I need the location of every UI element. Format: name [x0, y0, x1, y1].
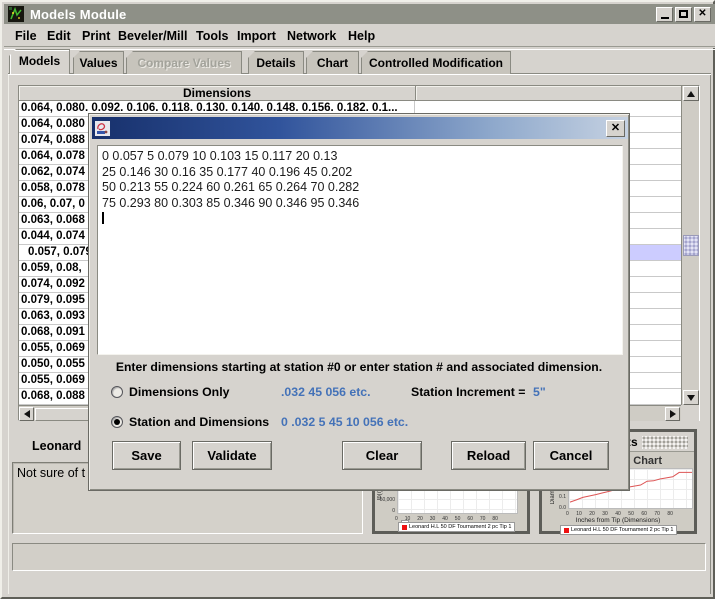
legend-label: Leonard H.L 50 DF Tournament 2 pc Tip 1	[409, 524, 511, 530]
maximize-button[interactable]	[675, 7, 692, 22]
vertical-scrollbar[interactable]	[681, 86, 699, 405]
table-header-row: Dimensions	[19, 86, 681, 101]
legend-swatch-red	[402, 525, 407, 530]
radio-dimensions-only-label[interactable]: Dimensions Only	[129, 385, 229, 399]
dimensions-textarea[interactable]: 0 0.057 5 0.079 10 0.103 15 0.117 20 0.1…	[97, 145, 623, 355]
dimensions-only-hint: .032 45 056 etc.	[281, 385, 371, 399]
stress-plot-area	[397, 488, 518, 514]
minimize-button[interactable]	[656, 7, 673, 22]
tab-values[interactable]: Values	[73, 51, 124, 74]
minimize-icon	[661, 17, 669, 19]
scroll-up-button[interactable]	[683, 86, 699, 101]
menu-item-network[interactable]: Network	[287, 24, 336, 48]
window-titlebar: Models Module ✕	[4, 4, 715, 24]
app-window: Models Module ✕ File Edit Print Beveler/…	[0, 0, 715, 599]
y-tick: 50,000	[371, 497, 395, 503]
station-increment-value: 5"	[533, 385, 546, 399]
menu-item-help[interactable]: Help	[348, 24, 375, 48]
tab-details[interactable]: Details	[248, 51, 304, 74]
validate-button[interactable]: Validate	[192, 441, 272, 470]
tab-controlled-modification[interactable]: Controlled Modification	[361, 51, 511, 74]
menu-item-beveler-mill[interactable]: Beveler/Mill	[118, 24, 187, 48]
window-title: Models Module	[30, 7, 127, 22]
dimensions-entry-dialog: ✕ 0 0.057 5 0.079 10 0.103 15 0.117 20 0…	[88, 113, 630, 491]
close-button[interactable]: ✕	[694, 7, 711, 22]
radio-station-and-dimensions[interactable]	[111, 416, 123, 428]
message-bar	[12, 543, 706, 571]
cancel-button[interactable]: Cancel	[533, 441, 609, 470]
close-icon: ✕	[611, 123, 620, 134]
window-controls: ✕	[656, 7, 711, 22]
dimension-x-axis-label: Inches from Tip (Dimensions)	[542, 517, 694, 524]
clear-button[interactable]: Clear	[342, 441, 422, 470]
stress-chart-legend: Leonard H.L 50 DF Tournament 2 pc Tip 1	[398, 522, 515, 532]
scroll-down-button[interactable]	[683, 390, 699, 405]
titlebar-texture	[642, 436, 688, 449]
column-header-dimensions[interactable]: Dimensions	[19, 86, 416, 101]
menu-item-file[interactable]: File	[15, 24, 37, 48]
dimension-chart-legend: Leonard H.L 50 DF Tournament 2 pc Tip 1	[560, 525, 677, 535]
textarea-line: 50 0.213 55 0.224 60 0.261 65 0.264 70 0…	[102, 180, 618, 196]
y-tick: 0	[371, 508, 395, 514]
y-tick: 0.1	[542, 494, 566, 500]
arrow-up-icon	[687, 91, 695, 97]
arrow-right-icon	[670, 410, 676, 418]
menu-item-tools[interactable]: Tools	[196, 24, 228, 48]
scroll-left-button[interactable]	[19, 407, 34, 421]
vertical-scroll-thumb[interactable]	[683, 235, 699, 256]
station-and-dimensions-hint: 0 .032 5 45 10 056 etc.	[281, 415, 408, 429]
dialog-icon	[95, 121, 110, 136]
radio-dimensions-only[interactable]	[111, 386, 123, 398]
maximize-icon	[679, 10, 688, 18]
legend-label: Leonard H.L 50 DF Tournament 2 pc Tip 1	[571, 527, 673, 533]
y-tick: 0.0	[542, 505, 566, 511]
menu-item-print[interactable]: Print	[82, 24, 110, 48]
notes-text: Not sure of t	[17, 466, 85, 480]
app-icon	[8, 6, 24, 22]
tab-models[interactable]: Models	[9, 49, 70, 74]
reload-button[interactable]: Reload	[451, 441, 526, 470]
column-header-blank[interactable]	[416, 86, 681, 101]
menu-bar: File Edit Print Beveler/Mill Tools Impor…	[4, 24, 715, 48]
dialog-close-button[interactable]: ✕	[606, 120, 625, 137]
textarea-line: 25 0.146 30 0.16 35 0.177 40 0.196 45 0.…	[102, 165, 618, 181]
textarea-line: 75 0.293 80 0.303 85 0.346 90 0.346 95 0…	[102, 196, 618, 212]
textarea-line: 0 0.057 5 0.079 10 0.103 15 0.117 20 0.1…	[102, 149, 618, 165]
menu-item-edit[interactable]: Edit	[47, 24, 71, 48]
radio-station-and-dimensions-label[interactable]: Station and Dimensions	[129, 415, 269, 429]
tab-compare-values: Compare Values	[126, 51, 242, 74]
close-icon: ✕	[698, 9, 706, 19]
tab-chart[interactable]: Chart	[306, 51, 359, 74]
scrollbar-corner	[681, 405, 699, 421]
dialog-instruction: Enter dimensions starting at station #0 …	[89, 360, 629, 374]
arrow-down-icon	[687, 395, 695, 401]
save-button[interactable]: Save	[112, 441, 181, 470]
scroll-right-button[interactable]	[665, 407, 680, 421]
menu-item-import[interactable]: Import	[237, 24, 276, 48]
dialog-titlebar: ✕	[92, 117, 628, 139]
station-increment-label: Station Increment =	[411, 385, 525, 399]
text-caret	[102, 212, 104, 224]
model-name-label: Leonard	[32, 439, 81, 453]
legend-swatch-red	[564, 528, 569, 533]
arrow-left-icon	[24, 410, 30, 418]
